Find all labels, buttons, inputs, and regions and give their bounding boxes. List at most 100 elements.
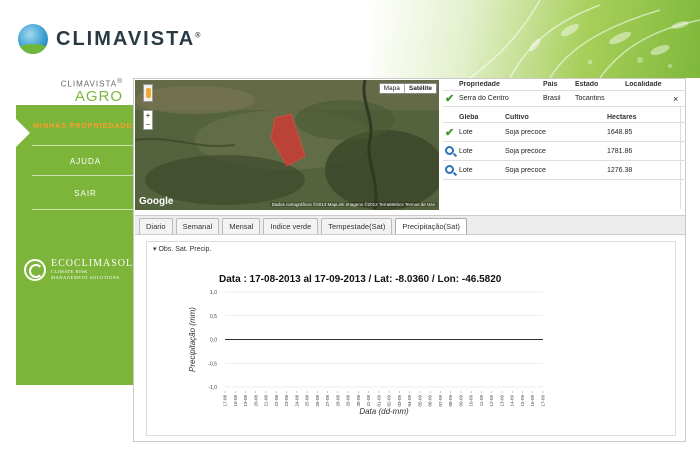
x-tick-label: 23-08	[284, 395, 289, 407]
x-tick-label: 12-09	[489, 395, 494, 407]
x-tick-label: 27-08	[325, 395, 330, 407]
map-type-toggle: Mapa Satélite	[378, 83, 437, 94]
property-country: Brasil	[543, 95, 561, 102]
plot-hectares: 1276.38	[607, 166, 633, 174]
sidebar-item-minhas-propriedades[interactable]: MINHAS PROPRIEDADES	[32, 123, 139, 131]
map-type-mapa[interactable]: Mapa	[380, 84, 404, 93]
tab-diario[interactable]: Diario	[139, 218, 173, 234]
ecoclimasol-mark-icon	[24, 258, 46, 281]
x-tick-label: 16-09	[530, 395, 535, 407]
precipitation-chart: 1,0 0,5 0,0 -0,5 -1,0 17-08 18-08 19-08 20-08 21-…	[188, 290, 546, 416]
plot-row[interactable]: ✔ Lote Soja precoce 1648.85	[443, 123, 686, 142]
x-tick-label: 17-09	[541, 395, 546, 407]
plot-cultivo: Soja precoce	[505, 128, 546, 136]
plot-row[interactable]: Lote Soja precoce 1276.38	[443, 161, 686, 180]
x-tick-label: 28-08	[335, 395, 340, 407]
zoom-out-button[interactable]: −	[144, 120, 152, 129]
y-tick-label: 0,0	[210, 338, 217, 344]
x-tick-label: 26-08	[315, 395, 320, 407]
search-icon[interactable]	[445, 164, 454, 174]
plot-gleba: Lote	[459, 147, 473, 155]
map-attribution[interactable]: Dados cartográficos ©2013 MapLink Imagen…	[269, 202, 437, 207]
brand-name: CLIMAVISTA®	[56, 27, 203, 50]
x-tick-label: 05-09	[417, 395, 422, 407]
tab-indice-verde[interactable]: Indice verde	[263, 218, 319, 234]
x-tick-label: 20-08	[253, 395, 258, 407]
x-tick-label: 03-09	[397, 395, 402, 407]
sidebar: CLIMAVISTA® AGRO MINHAS PROPRIEDADES AJU…	[16, 78, 139, 385]
property-state: Tocantins	[575, 95, 605, 102]
y-axis-label: Precipitação (mm)	[188, 307, 197, 372]
x-tick-label: 31-08	[366, 395, 371, 407]
x-tick-label: 07-09	[438, 395, 443, 407]
property-table: Propriedade País Estado Localidade ✔ Ser…	[443, 79, 686, 209]
partner-name: ECOCLIMASOL	[51, 258, 134, 269]
plots-scrollbar[interactable]	[680, 107, 686, 209]
header-leaf-art	[370, 0, 700, 78]
plot-hectares: 1781.86	[607, 147, 633, 155]
tab-mensal[interactable]: Mensal	[222, 218, 261, 234]
partner-tagline-2: MANAGEMENT SOLUTIONS	[51, 275, 120, 280]
plot-row[interactable]: Lote Soja precoce 1781.86	[443, 142, 686, 161]
active-indicator-icon	[16, 119, 30, 147]
leaf-art-icon	[469, 0, 700, 78]
plots-header-row: Gleba Cultivo Hectares	[443, 112, 686, 123]
sidebar-item-sair[interactable]: SAIR	[32, 189, 139, 198]
x-tick-label: 15-09	[520, 395, 525, 407]
x-tick-label: 21-08	[264, 395, 269, 407]
y-tick-label: 1,0	[210, 290, 217, 296]
ecoclimasol-logo: ECOCLIMASOL CLIMATE RISK MANAGEMENT SOLU…	[24, 258, 133, 281]
chart-panel: ▾ Obs. Sat. Precip. Data : 17-08-2013 al…	[146, 241, 676, 436]
x-tick-label: 25-08	[305, 395, 310, 407]
sidebar-item-ajuda[interactable]: AJUDA	[32, 157, 139, 166]
plot-gleba: Lote	[459, 128, 473, 136]
climavista-logo[interactable]: CLIMAVISTA®	[18, 24, 202, 54]
col-pais: País	[543, 81, 558, 88]
col-localidade: Localidade	[625, 81, 662, 88]
x-tick-label: 18-08	[233, 395, 238, 407]
x-tick-label: 08-09	[448, 395, 453, 407]
menu-divider	[32, 145, 139, 146]
x-tick-label: 06-09	[428, 395, 433, 407]
map-type-satelite[interactable]: Satélite	[403, 84, 436, 93]
globe-logo-icon	[18, 24, 48, 54]
close-icon[interactable]: ×	[671, 94, 681, 104]
tab-semanal[interactable]: Semanal	[175, 218, 220, 234]
pegman-icon[interactable]	[143, 84, 153, 102]
menu-divider	[32, 175, 139, 176]
search-icon[interactable]	[445, 145, 454, 155]
plot-cultivo: Soja precoce	[505, 147, 546, 155]
x-tick-label: 04-09	[407, 395, 412, 407]
x-tick-label: 10-09	[469, 395, 474, 407]
x-tick-label: 09-09	[458, 395, 463, 407]
tab-precipitacao[interactable]: Precipitação(Sat)	[395, 218, 467, 234]
property-name: Serra do Centro	[459, 95, 509, 102]
sidebar-menu: MINHAS PROPRIEDADES AJUDA SAIR ECOCLIMAS…	[16, 105, 139, 385]
col-hectares: Hectares	[607, 113, 637, 121]
x-tick-label: 22-08	[274, 395, 279, 407]
menu-divider	[32, 209, 139, 210]
x-tick-label: 24-08	[294, 395, 299, 407]
check-icon: ✔	[445, 126, 455, 139]
y-tick-label: 0,5	[210, 314, 217, 320]
satellite-map[interactable]: Mapa Satélite + − Google Dados cartográf…	[135, 80, 439, 210]
property-row[interactable]: ✔ Serra do Centro Brasil Tocantins ×	[443, 91, 686, 107]
x-tick-label: 17-08	[223, 395, 228, 407]
plot-cultivo: Soja precoce	[505, 166, 546, 174]
col-estado: Estado	[575, 81, 599, 88]
header: CLIMAVISTA®	[0, 0, 700, 78]
sidebar-brand-agro: AGRO	[74, 87, 123, 105]
x-tick-label: 01-09	[376, 395, 381, 407]
x-tick-label: 19-08	[243, 395, 248, 407]
zoom-in-button[interactable]: +	[144, 111, 152, 120]
col-propriedade: Propriedade	[459, 81, 500, 88]
google-logo: Google	[139, 196, 174, 207]
col-cultivo: Cultivo	[505, 113, 529, 121]
map-imagery	[135, 80, 439, 210]
x-tick-label: 02-09	[387, 395, 392, 407]
y-tick-label: -0,5	[208, 361, 217, 367]
plot-gleba: Lote	[459, 166, 473, 174]
tab-tempestade[interactable]: Tempestade(Sat)	[321, 218, 393, 234]
x-tick-label: 29-08	[346, 395, 351, 407]
x-tick-label: 13-09	[499, 395, 504, 407]
